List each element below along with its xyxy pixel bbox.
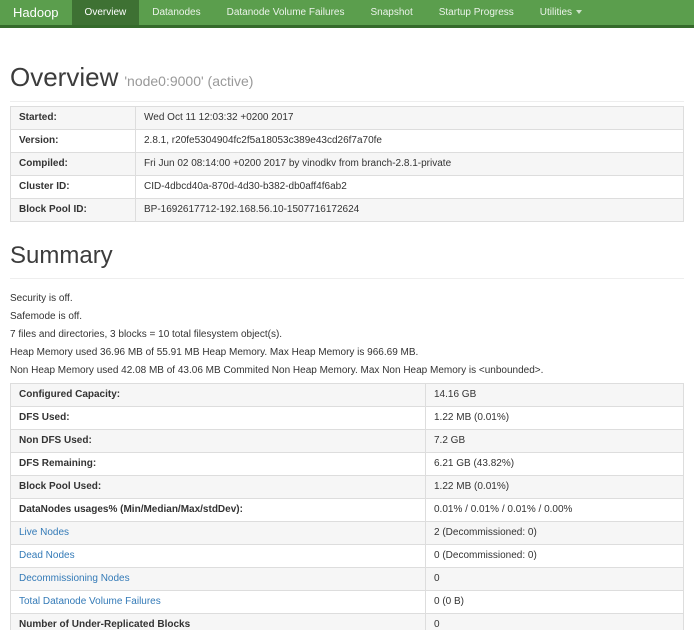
row-value: 0 (0 B) [426, 591, 684, 614]
row-value: 1.22 MB (0.01%) [426, 476, 684, 499]
row-label: Live Nodes [11, 522, 426, 545]
nav-item-datanodes[interactable]: Datanodes [139, 0, 213, 25]
row-value: Wed Oct 11 12:03:32 +0200 2017 [136, 107, 684, 130]
row-value: 14.16 GB [426, 384, 684, 407]
row-value: CID-4dbcd40a-870d-4d30-b382-db0aff4f6ab2 [136, 176, 684, 199]
summary-paragraph: Security is off. [10, 293, 684, 304]
row-value: 2.8.1, r20fe5304904fc2f5a18053c389e43cd2… [136, 130, 684, 153]
namenode-address-label: 'node0:9000' (active) [124, 73, 253, 89]
nav-item-label: Datanodes [152, 7, 200, 18]
row-label: Number of Under-Replicated Blocks [11, 614, 426, 630]
summary-paragraph: Safemode is off. [10, 311, 684, 322]
summary-paragraph: Non Heap Memory used 42.08 MB of 43.06 M… [10, 365, 684, 376]
hadoop-brand[interactable]: Hadoop [0, 0, 72, 25]
navbar-items: Overview Datanodes Datanode Volume Failure… [72, 0, 595, 25]
divider [10, 278, 684, 279]
caret-down-icon [576, 10, 582, 14]
overview-info-table-body: Started:Wed Oct 11 12:03:32 +0200 2017Ve… [11, 107, 684, 222]
total-datanode-volume-failures-link[interactable]: Total Datanode Volume Failures [19, 596, 161, 607]
summary-paragraph: Heap Memory used 36.96 MB of 55.91 MB He… [10, 347, 684, 358]
divider [10, 101, 684, 102]
table-row: Started:Wed Oct 11 12:03:32 +0200 2017 [11, 107, 684, 130]
nav-item-link[interactable]: Datanode Volume Failures [214, 0, 358, 25]
table-row: DataNodes usages% (Min/Median/Max/stdDev… [11, 499, 684, 522]
row-label: Decommissioning Nodes [11, 568, 426, 591]
nav-item-label: Snapshot [370, 7, 412, 18]
nav-item-snapshot[interactable]: Snapshot [357, 0, 425, 25]
table-row: Version:2.8.1, r20fe5304904fc2f5a18053c3… [11, 130, 684, 153]
nav-item-link[interactable]: Datanodes [139, 0, 213, 25]
table-row: Non DFS Used:7.2 GB [11, 430, 684, 453]
nav-item-label: Overview [85, 7, 127, 18]
table-row: Compiled:Fri Jun 02 08:14:00 +0200 2017 … [11, 153, 684, 176]
overview-heading: Overview 'node0:9000' (active) [10, 62, 684, 93]
row-value: 1.22 MB (0.01%) [426, 407, 684, 430]
summary-heading: Summary [10, 242, 684, 270]
row-value: 6.21 GB (43.82%) [426, 453, 684, 476]
row-label: Compiled: [11, 153, 136, 176]
nav-item-label: Utilities [540, 7, 572, 18]
row-value: 0 [426, 568, 684, 591]
row-value: 2 (Decommissioned: 0) [426, 522, 684, 545]
row-value: BP-1692617712-192.168.56.10-150771617262… [136, 199, 684, 222]
live-nodes-link[interactable]: Live Nodes [19, 527, 69, 538]
table-row: Total Datanode Volume Failures 0 (0 B) [11, 591, 684, 614]
row-label: Block Pool Used: [11, 476, 426, 499]
row-value: 0.01% / 0.01% / 0.01% / 0.00% [426, 499, 684, 522]
overview-title: Overview [10, 62, 118, 92]
row-label: Non DFS Used: [11, 430, 426, 453]
nav-item-label: Datanode Volume Failures [227, 7, 345, 18]
table-row: DFS Used:1.22 MB (0.01%) [11, 407, 684, 430]
row-label: Dead Nodes [11, 545, 426, 568]
nav-item-link[interactable]: Overview [72, 0, 140, 25]
table-row: Number of Under-Replicated Blocks0 [11, 614, 684, 630]
nav-item-overview[interactable]: Overview [72, 0, 140, 25]
row-label: Version: [11, 130, 136, 153]
row-label: DataNodes usages% (Min/Median/Max/stdDev… [11, 499, 426, 522]
row-label: Cluster ID: [11, 176, 136, 199]
summary-table-body: Configured Capacity:14.16 GBDFS Used:1.2… [11, 384, 684, 630]
summary-table: Configured Capacity:14.16 GBDFS Used:1.2… [10, 383, 684, 630]
table-row: Cluster ID:CID-4dbcd40a-870d-4d30-b382-d… [11, 176, 684, 199]
row-label: Block Pool ID: [11, 199, 136, 222]
table-row: Configured Capacity:14.16 GB [11, 384, 684, 407]
page-content: Overview 'node0:9000' (active) Started:We… [0, 62, 694, 630]
table-row: Live Nodes 2 (Decommissioned: 0) [11, 522, 684, 545]
decommissioning-nodes-link[interactable]: Decommissioning Nodes [19, 573, 130, 584]
nav-item-link[interactable]: Utilities [527, 0, 595, 25]
table-row: Decommissioning Nodes 0 [11, 568, 684, 591]
table-row: DFS Remaining:6.21 GB (43.82%) [11, 453, 684, 476]
row-label: Configured Capacity: [11, 384, 426, 407]
nav-item-label: Startup Progress [439, 7, 514, 18]
nav-item-link[interactable]: Snapshot [357, 0, 425, 25]
row-value: Fri Jun 02 08:14:00 +0200 2017 by vinodk… [136, 153, 684, 176]
nav-item-datanode-volume-failures[interactable]: Datanode Volume Failures [214, 0, 358, 25]
summary-paragraphs: Security is off. Safemode is off. 7 files … [10, 293, 684, 376]
table-row: Dead Nodes 0 (Decommissioned: 0) [11, 545, 684, 568]
overview-info-table: Started:Wed Oct 11 12:03:32 +0200 2017Ve… [10, 106, 684, 222]
row-label: Started: [11, 107, 136, 130]
table-row: Block Pool Used:1.22 MB (0.01%) [11, 476, 684, 499]
row-value: 0 (Decommissioned: 0) [426, 545, 684, 568]
dead-nodes-link[interactable]: Dead Nodes [19, 550, 75, 561]
top-navbar: Hadoop Overview Datanodes Datanode Volume … [0, 0, 694, 28]
nav-item-link[interactable]: Startup Progress [426, 0, 527, 25]
table-row: Block Pool ID:BP-1692617712-192.168.56.1… [11, 199, 684, 222]
row-label: Total Datanode Volume Failures [11, 591, 426, 614]
nav-item-startup-progress[interactable]: Startup Progress [426, 0, 527, 25]
row-value: 7.2 GB [426, 430, 684, 453]
row-label: DFS Remaining: [11, 453, 426, 476]
nav-item-utilities[interactable]: Utilities [527, 0, 595, 25]
row-label: DFS Used: [11, 407, 426, 430]
summary-paragraph: 7 files and directories, 3 blocks = 10 t… [10, 329, 684, 340]
row-value: 0 [426, 614, 684, 630]
